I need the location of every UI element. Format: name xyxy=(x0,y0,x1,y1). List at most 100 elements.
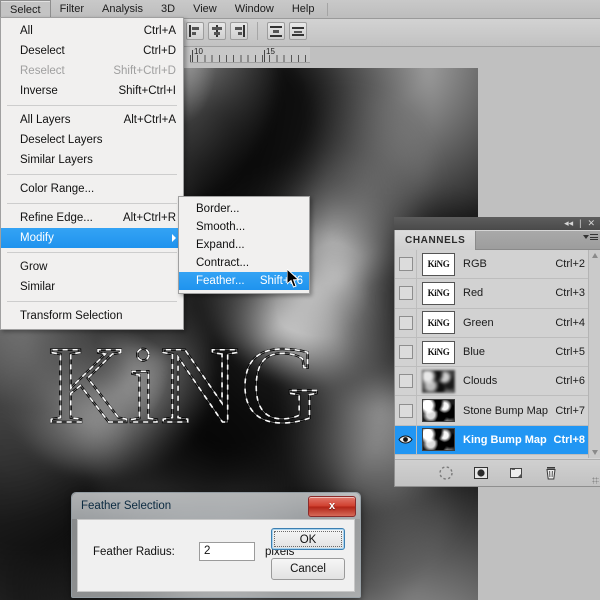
panel-dock-titlebar[interactable]: ◂◂ | ✕ xyxy=(394,217,600,230)
menubar-divider xyxy=(327,3,328,16)
submenu-item-smooth[interactable]: Smooth... xyxy=(179,218,309,236)
resize-grip-icon[interactable] xyxy=(592,477,599,484)
collapse-panel-icon[interactable]: ◂◂ xyxy=(564,219,573,228)
channel-row[interactable]: KiNGGreenCtrl+4 xyxy=(395,309,600,338)
distribute-top-edges-icon[interactable] xyxy=(267,22,285,40)
channel-shortcut: Ctrl+6 xyxy=(555,375,585,387)
menu-window[interactable]: Window xyxy=(226,0,283,18)
panel-menu-icon[interactable] xyxy=(583,234,598,240)
menu-filter[interactable]: Filter xyxy=(51,0,93,18)
submenu-item-label: Border... xyxy=(196,200,239,218)
submenu-item-expand[interactable]: Expand... xyxy=(179,236,309,254)
panel-tab-row[interactable]: CHANNELS xyxy=(395,231,600,250)
chevron-down-icon xyxy=(583,235,589,239)
visibility-checkbox[interactable] xyxy=(399,404,413,418)
menu-item-modify[interactable]: Modify xyxy=(1,228,183,248)
close-panel-icon[interactable]: ✕ xyxy=(587,219,595,228)
scroll-up-arrow-icon[interactable] xyxy=(592,253,598,258)
channel-name: Red xyxy=(463,287,483,299)
menu-item-similar[interactable]: Similar xyxy=(1,277,183,297)
dialog-body: Feather Radius: 2 pixels OK Cancel xyxy=(77,519,355,592)
photoshop-window: KiNG KiNG KiNG 10 xyxy=(0,0,600,600)
thumbnail-text: KiNG xyxy=(423,312,454,333)
menu-help[interactable]: Help xyxy=(283,0,324,18)
align-horizontal-centers-icon[interactable] xyxy=(208,22,226,40)
feather-selection-dialog[interactable]: Feather Selection x Feather Radius: 2 pi… xyxy=(71,492,361,598)
channel-visibility-toggle[interactable] xyxy=(395,426,417,454)
visibility-checkbox[interactable] xyxy=(399,286,413,300)
menu-item-label: Similar Layers xyxy=(20,150,93,170)
channel-visibility-toggle[interactable] xyxy=(395,396,417,424)
channels-panel[interactable]: CHANNELS KiNGRGBCtrl+2KiNGRedCtrl+3KiNGG… xyxy=(394,217,600,487)
channel-list[interactable]: KiNGRGBCtrl+2KiNGRedCtrl+3KiNGGreenCtrl+… xyxy=(395,250,600,458)
menu-item-label: Grow xyxy=(20,257,47,277)
select-dropdown-menu[interactable]: AllCtrl+ADeselectCtrl+DReselect Shift+Ctr… xyxy=(0,17,184,330)
channels-panel-footer[interactable] xyxy=(395,459,600,486)
menu-item-inverse[interactable]: InverseShift+Ctrl+I xyxy=(1,81,183,101)
hamburger-icon xyxy=(590,234,598,240)
channel-row[interactable]: CloudsCtrl+6 xyxy=(395,367,600,396)
thumbnail-text: KiNG xyxy=(423,342,454,363)
channel-row[interactable]: KiNGRGBCtrl+2 xyxy=(395,250,600,279)
align-tool-group[interactable] xyxy=(186,22,307,40)
menu-item-grow[interactable]: Grow xyxy=(1,257,183,277)
visibility-checkbox[interactable] xyxy=(399,345,413,359)
ruler-label: 15 xyxy=(266,47,275,56)
menu-view[interactable]: View xyxy=(184,0,226,18)
feather-radius-input[interactable]: 2 xyxy=(199,542,255,561)
delete-channel-icon[interactable] xyxy=(543,465,559,481)
scroll-down-arrow-icon[interactable] xyxy=(592,450,598,455)
channel-shortcut: Ctrl+8 xyxy=(554,434,586,446)
menu-separator xyxy=(7,174,177,175)
menu-item-all-layers[interactable]: All LayersAlt+Ctrl+A xyxy=(1,110,183,130)
ok-button[interactable]: OK xyxy=(271,528,345,550)
cancel-button[interactable]: Cancel xyxy=(271,558,345,580)
channel-row[interactable]: Stone Bump MapCtrl+7 xyxy=(395,396,600,425)
panel-divider: | xyxy=(579,219,581,228)
visibility-checkbox[interactable] xyxy=(399,257,413,271)
align-left-edges-icon[interactable] xyxy=(186,22,204,40)
menu-item-all[interactable]: AllCtrl+A xyxy=(1,21,183,41)
channel-visibility-toggle[interactable] xyxy=(395,250,417,278)
load-selection-icon[interactable] xyxy=(438,465,454,481)
align-right-edges-icon[interactable] xyxy=(230,22,248,40)
menu-item-deselect[interactable]: DeselectCtrl+D xyxy=(1,41,183,61)
channel-name: Green xyxy=(463,317,494,329)
visibility-checkbox[interactable] xyxy=(399,374,413,388)
menu-analysis[interactable]: Analysis xyxy=(93,0,152,18)
channel-visibility-toggle[interactable] xyxy=(395,309,417,337)
visibility-checkbox[interactable] xyxy=(399,316,413,330)
menu-item-color-range[interactable]: Color Range... xyxy=(1,179,183,199)
channel-row[interactable]: KiNGRedCtrl+3 xyxy=(395,279,600,308)
channel-row[interactable]: KiNGBlueCtrl+5 xyxy=(395,338,600,367)
menu-item-shortcut: Shift+Ctrl+I xyxy=(102,81,176,101)
menu-item-shortcut: Shift+Ctrl+D xyxy=(97,61,176,81)
channel-row[interactable]: King Bump MapCtrl+8 xyxy=(395,426,600,455)
channel-visibility-toggle[interactable] xyxy=(395,338,417,366)
eye-icon xyxy=(398,434,413,445)
submenu-item-label: Feather... xyxy=(196,272,245,290)
channel-thumbnail: KiNG xyxy=(422,282,455,305)
channel-visibility-toggle[interactable] xyxy=(395,279,417,307)
save-selection-icon[interactable] xyxy=(473,465,489,481)
submenu-item-border[interactable]: Border... xyxy=(179,200,309,218)
distribute-vertical-centers-icon[interactable] xyxy=(289,22,307,40)
panel-scrollbar[interactable] xyxy=(588,250,600,458)
king-artwork[interactable]: KiNG KiNG KiNG xyxy=(44,318,384,446)
close-icon[interactable]: x xyxy=(308,496,356,517)
channel-visibility-toggle[interactable] xyxy=(395,367,417,395)
menu-item-deselect-layers[interactable]: Deselect Layers xyxy=(1,130,183,150)
tab-channels[interactable]: CHANNELS xyxy=(395,231,476,250)
menu-item-similar-layers[interactable]: Similar Layers xyxy=(1,150,183,170)
new-channel-icon[interactable] xyxy=(508,465,524,481)
channel-thumbnail: KiNG xyxy=(422,311,455,334)
menu-item-refine-edge[interactable]: Refine Edge...Alt+Ctrl+R xyxy=(1,208,183,228)
menu-3d[interactable]: 3D xyxy=(152,0,184,18)
menu-item-label: Reselect xyxy=(20,61,65,81)
menu-select[interactable]: Select xyxy=(0,0,51,19)
menu-item-label: Color Range... xyxy=(20,179,94,199)
menu-item-reselect: Reselect Shift+Ctrl+D xyxy=(1,61,183,81)
menu-item-transform-selection[interactable]: Transform Selection xyxy=(1,306,183,326)
king-selection-svg: KiNG KiNG KiNG xyxy=(44,318,384,446)
channel-shortcut: Ctrl+5 xyxy=(555,346,585,358)
